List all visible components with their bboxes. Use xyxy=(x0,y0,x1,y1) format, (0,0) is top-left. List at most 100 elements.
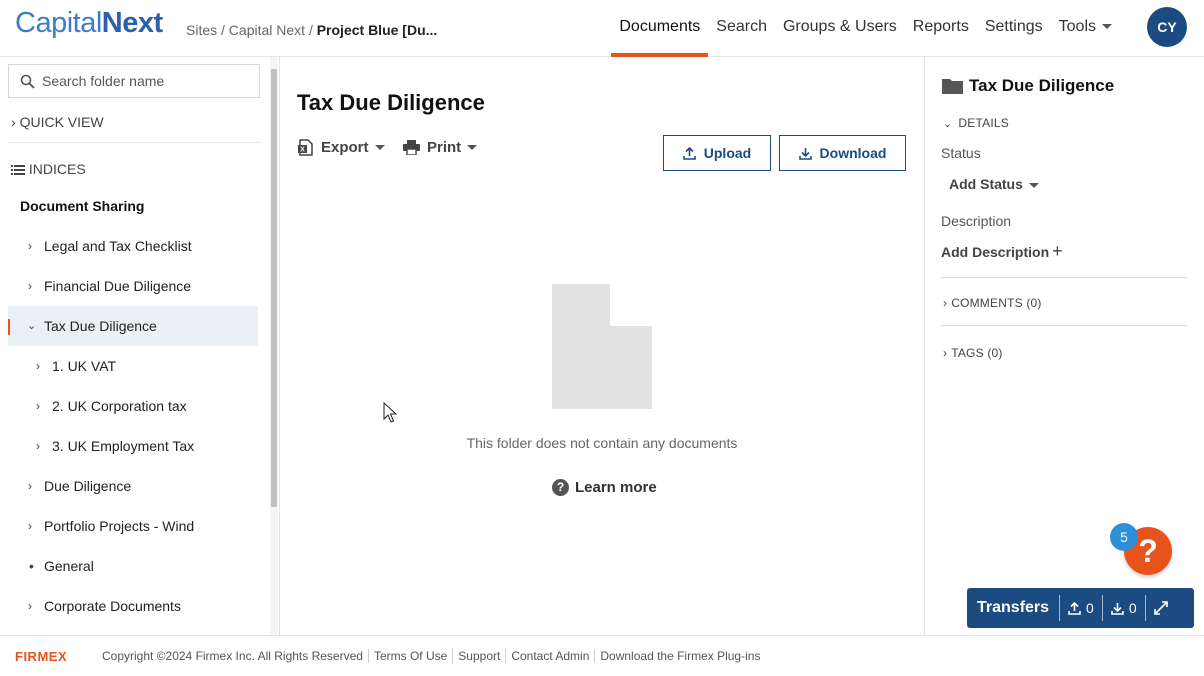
chevron-right-icon[interactable]: › xyxy=(28,466,32,506)
tree-item-uk-vat[interactable]: › 1. UK VAT xyxy=(8,346,258,386)
caret-down-icon xyxy=(1028,182,1039,188)
upload-button[interactable]: Upload xyxy=(663,135,771,171)
chevron-right-icon[interactable]: › xyxy=(28,226,32,266)
tags-section-toggle[interactable]: › TAGS (0) xyxy=(943,346,1003,360)
chevron-right-icon: › xyxy=(943,296,948,310)
folder-icon xyxy=(942,79,963,94)
tree-item-label: 1. UK VAT xyxy=(52,358,117,374)
transfers-label[interactable]: Transfers xyxy=(967,595,1061,621)
tree-item-label: Legal and Tax Checklist xyxy=(44,238,192,254)
nav-settings[interactable]: Settings xyxy=(977,0,1051,57)
printer-icon xyxy=(403,140,420,155)
chevron-right-icon[interactable]: › xyxy=(28,266,32,306)
tree-item-general[interactable]: • General xyxy=(8,546,258,586)
quick-view-toggle[interactable]: › QUICK VIEW xyxy=(11,114,104,130)
download-button[interactable]: Download xyxy=(779,135,906,171)
nav-settings-label: Settings xyxy=(984,18,1043,35)
svg-text:X: X xyxy=(300,147,305,154)
search-icon xyxy=(20,74,35,89)
export-label: Export xyxy=(321,139,369,156)
nav-groups-users-label: Groups & Users xyxy=(782,18,897,35)
expand-transfers-button[interactable] xyxy=(1146,601,1176,615)
nav-search[interactable]: Search xyxy=(708,0,775,57)
chevron-right-icon[interactable]: › xyxy=(28,506,32,546)
upload-transfers[interactable]: 0 xyxy=(1060,595,1103,621)
tree-item-portfolio-projects-wind[interactable]: › Portfolio Projects - Wind xyxy=(8,506,258,546)
main-content: Tax Due Diligence X Export Print Upload … xyxy=(281,57,923,635)
chevron-right-icon[interactable]: › xyxy=(36,346,40,386)
user-avatar[interactable]: CY xyxy=(1147,7,1187,47)
breadcrumb-current: Project Blue [Du... xyxy=(316,22,438,38)
caret-down-icon xyxy=(467,145,478,150)
description-label: Description xyxy=(941,213,1012,229)
status-label: Status xyxy=(941,145,981,161)
footer-link-contact-admin[interactable]: Contact Admin xyxy=(505,649,594,663)
tree-root[interactable]: Document Sharing xyxy=(20,198,144,214)
nav-documents[interactable]: Documents xyxy=(611,0,709,57)
transfers-bar[interactable]: Transfers 0 0 xyxy=(967,588,1194,628)
details-section-toggle[interactable]: ⌄ DETAILS xyxy=(943,116,1009,130)
tree-item-label: Tax Due Diligence xyxy=(44,318,157,334)
empty-document-icon xyxy=(552,284,652,409)
caret-down-icon xyxy=(374,145,385,150)
folder-sidebar: › QUICK VIEW INDICES Document Sharing › … xyxy=(0,57,280,635)
export-menu[interactable]: X Export xyxy=(298,139,385,156)
tree-item-legal-tax-checklist[interactable]: › Legal and Tax Checklist xyxy=(8,226,258,266)
chevron-down-icon[interactable]: ⌄ xyxy=(27,306,36,346)
divider xyxy=(941,277,1187,278)
firmex-logo[interactable]: FIRMEX xyxy=(15,649,67,664)
tree-item-due-diligence[interactable]: › Due Diligence xyxy=(8,466,258,506)
add-description-button[interactable]: Add Description + xyxy=(941,242,1063,260)
capitalnext-logo[interactable]: CapitalNext xyxy=(15,7,163,40)
download-count: 0 xyxy=(1128,600,1137,616)
top-bar: CapitalNext Sites / Capital Next / Proje… xyxy=(0,0,1204,57)
footer-copyright: Copyright ©2024 Firmex Inc. All Rights R… xyxy=(102,649,363,663)
nav-reports[interactable]: Reports xyxy=(905,0,977,57)
chevron-right-icon: › xyxy=(11,114,16,130)
divider xyxy=(8,142,260,143)
download-label: Download xyxy=(819,145,887,161)
breadcrumb-path[interactable]: Sites / Capital Next / xyxy=(186,22,313,38)
folder-search xyxy=(8,64,260,98)
download-transfers[interactable]: 0 xyxy=(1103,595,1146,621)
scrollbar-thumb[interactable] xyxy=(271,69,277,507)
indices-toggle[interactable]: INDICES xyxy=(11,161,86,177)
print-menu[interactable]: Print xyxy=(403,139,478,156)
nav-tools-label: Tools xyxy=(1058,18,1096,35)
tree-item-tax-due-diligence[interactable]: ⌄ Tax Due Diligence xyxy=(8,306,258,346)
tree-item-label: 3. UK Employment Tax xyxy=(52,438,195,454)
footer-link-support[interactable]: Support xyxy=(452,649,505,663)
footer-link-plugins[interactable]: Download the Firmex Plug-ins xyxy=(594,649,765,663)
tree-item-uk-employment-tax[interactable]: › 3. UK Employment Tax xyxy=(8,426,258,466)
indices-label: INDICES xyxy=(28,161,86,177)
logo-text-part2: Next xyxy=(101,7,163,39)
quick-view-label: QUICK VIEW xyxy=(19,114,104,130)
nav-tools[interactable]: Tools xyxy=(1051,0,1120,57)
learn-more-link[interactable]: ? Learn more xyxy=(552,479,657,496)
tree-item-label: Due Diligence xyxy=(44,478,132,494)
tree-item-corporate-documents[interactable]: › Corporate Documents xyxy=(8,586,258,626)
folder-search-input[interactable] xyxy=(42,65,252,97)
details-title-label: Tax Due Diligence xyxy=(969,76,1115,95)
bullet-icon: • xyxy=(29,558,34,574)
nav-search-label: Search xyxy=(716,18,767,35)
upload-label: Upload xyxy=(703,145,752,161)
chevron-right-icon[interactable]: › xyxy=(36,426,40,466)
comments-section-toggle[interactable]: › COMMENTS (0) xyxy=(943,296,1042,310)
chevron-right-icon[interactable]: › xyxy=(36,386,40,426)
details-section-label: DETAILS xyxy=(958,116,1009,130)
tree-item-label: Corporate Documents xyxy=(44,598,181,614)
sidebar-scrollbar[interactable] xyxy=(270,57,278,635)
tree-item-uk-corporation-tax[interactable]: › 2. UK Corporation tax xyxy=(8,386,258,426)
help-notification-badge: 5 xyxy=(1110,523,1138,551)
tree-item-label: Portfolio Projects - Wind xyxy=(44,518,195,534)
nav-groups-users[interactable]: Groups & Users xyxy=(775,0,905,57)
add-status-dropdown[interactable]: Add Status xyxy=(949,176,1039,192)
tree-item-financial-due-diligence[interactable]: › Financial Due Diligence xyxy=(8,266,258,306)
selection-indicator xyxy=(8,319,10,335)
print-label: Print xyxy=(427,139,462,156)
add-status-label: Add Status xyxy=(949,176,1023,192)
tree-item-label: 2. UK Corporation tax xyxy=(52,398,187,414)
footer-link-terms[interactable]: Terms Of Use xyxy=(367,649,452,663)
chevron-right-icon[interactable]: › xyxy=(28,586,32,626)
